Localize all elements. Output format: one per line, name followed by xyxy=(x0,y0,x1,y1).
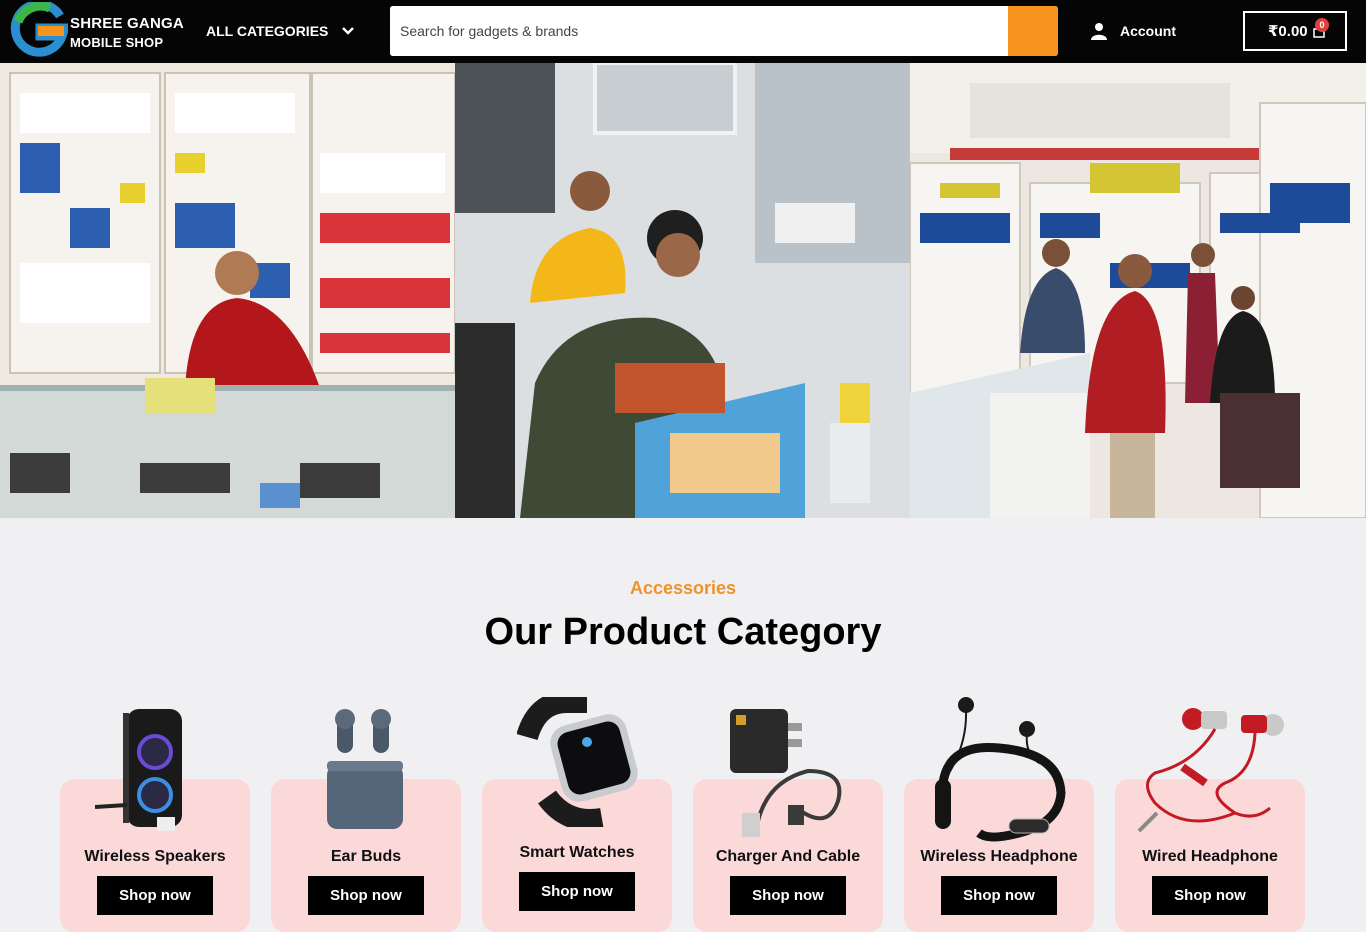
shop-now-button[interactable]: Shop now xyxy=(1152,876,1268,915)
all-categories-menu[interactable]: ALL CATEGORIES xyxy=(206,20,356,42)
category-label: Wireless Speakers xyxy=(84,848,226,865)
shop-now-button[interactable]: Shop now xyxy=(308,876,424,915)
account-label: Account xyxy=(1120,23,1176,39)
hero-photo-store-counter xyxy=(0,63,455,518)
user-icon xyxy=(1091,23,1107,40)
wireless-headphone-image xyxy=(935,697,1066,842)
category-label: Ear Buds xyxy=(330,848,402,865)
wireless-speaker-image xyxy=(95,709,182,831)
category-label: Charger And Cable xyxy=(715,848,861,865)
ear-buds-image xyxy=(327,709,403,829)
category-card-wired-headphone[interactable]: Wired Headphone Shop now xyxy=(1115,708,1305,932)
wired-headphone-image xyxy=(1137,708,1284,833)
cart-button[interactable]: ₹0.00 0 xyxy=(1243,11,1347,51)
logo-line-2: MOBILE SHOP xyxy=(70,35,164,50)
category-label: Wired Headphone xyxy=(1142,848,1278,865)
cart-count-badge: 0 xyxy=(1315,18,1329,32)
search-bar xyxy=(390,6,1058,56)
cart-total: ₹0.00 xyxy=(1268,23,1308,40)
hero-collage xyxy=(0,63,1366,518)
category-label: Wireless Headphone xyxy=(920,848,1078,865)
all-categories-label: ALL CATEGORIES xyxy=(206,23,329,39)
category-card-smart-watches[interactable]: Smart Watches Shop now xyxy=(482,697,672,932)
category-card-wireless-headphone[interactable]: Wireless Headphone Shop now xyxy=(904,697,1094,932)
account-link[interactable]: Account xyxy=(1090,20,1176,42)
category-card-wireless-speakers[interactable]: Wireless Speakers Shop now xyxy=(60,709,250,932)
hero-photo-repair-desk xyxy=(455,63,910,518)
logo-g-icon xyxy=(10,2,68,57)
chevron-down-icon xyxy=(342,27,355,35)
shop-now-button[interactable]: Shop now xyxy=(97,876,213,915)
site-header: SHREE GANGA MOBILE SHOP ALL CATEGORIES A… xyxy=(0,0,1366,63)
hero-photo-store-interior xyxy=(910,63,1366,518)
shop-now-button[interactable]: Shop now xyxy=(941,876,1057,915)
category-card-charger-and-cable[interactable]: Charger And Cable Shop now xyxy=(693,709,883,932)
section-eyebrow: Accessories xyxy=(629,578,737,598)
category-label: Smart Watches xyxy=(519,844,635,861)
logo-text: SHREE GANGA MOBILE SHOP xyxy=(70,14,184,52)
logo-line-1: SHREE GANGA xyxy=(70,15,184,32)
category-card-ear-buds[interactable]: Ear Buds Shop now xyxy=(271,709,461,932)
search-button[interactable] xyxy=(1008,6,1058,56)
section-title: Our Product Category xyxy=(484,611,882,653)
site-logo[interactable]: SHREE GANGA MOBILE SHOP xyxy=(10,2,185,60)
shop-now-button[interactable]: Shop now xyxy=(519,872,635,911)
shop-now-button[interactable]: Shop now xyxy=(730,876,846,915)
search-input[interactable] xyxy=(390,6,1008,56)
charger-cable-image xyxy=(730,709,842,837)
smart-watch-image xyxy=(517,697,638,827)
